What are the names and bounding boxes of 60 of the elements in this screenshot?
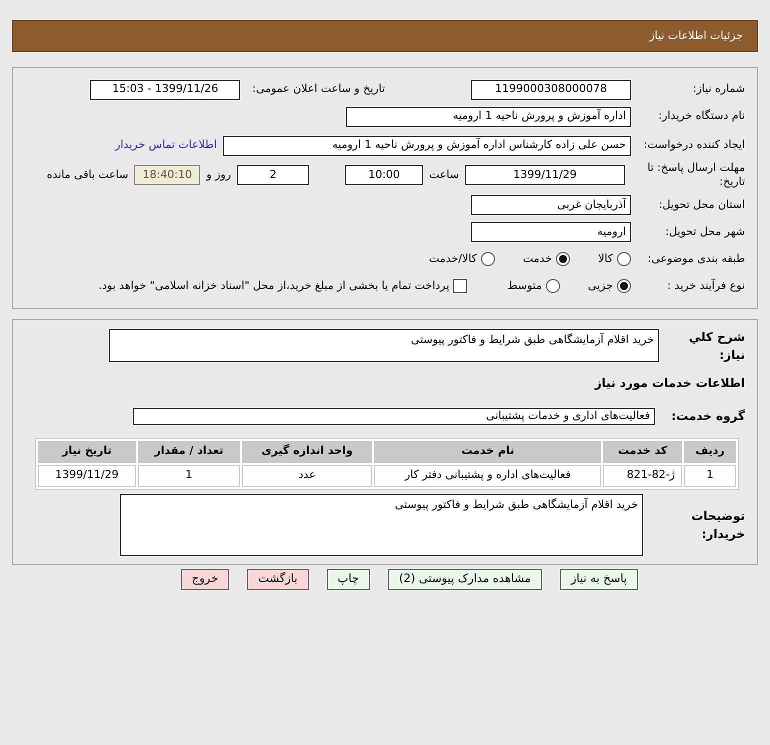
option-label: خدمت (522, 250, 552, 267)
field-label: شهر محل تحویل: (664, 224, 745, 240)
field-label: توضیحات خریدار: (690, 508, 745, 543)
page-title: جزئیات اطلاعات نیاز (649, 28, 743, 44)
service-group-field[interactable]: فعالیت‌های اداری و خدمات پشتیبانی (133, 408, 655, 425)
table-cell: 1 (138, 464, 240, 487)
field-label: روز و (206, 167, 232, 184)
field-label: گروه خدمت: (670, 408, 745, 426)
days-field[interactable]: 2 (237, 165, 310, 186)
section-heading: اطلاعات خدمات مورد نیاز (594, 375, 745, 392)
field-label: تاریخ و ساعت اعلان عمومی: (252, 81, 385, 98)
field-label: نوع فرآیند خرید : (666, 278, 745, 294)
buyer-notes-field: خرید اقلام آزمایشگاهی طبق شرایط و فاکتور پیوستی (120, 494, 643, 556)
field-label: استان محل تحویل: (658, 196, 745, 213)
table-cell: 1 (684, 464, 736, 487)
action-button[interactable]: بازگشت (247, 568, 308, 590)
column-header: کد خدمت (603, 440, 682, 463)
requester-field[interactable]: حسن علی زاده کارشناس اداره آموزش و پرورش ناحیه 1 ارومیه (223, 136, 631, 156)
column-header: واحد اندازه گیری (242, 440, 372, 463)
action-button[interactable]: پاسخ به نیاز (560, 568, 638, 590)
province-field[interactable]: آذربایجان غربی (471, 195, 631, 216)
radio-button[interactable] (480, 252, 495, 266)
table-cell: فعالیت‌های اداره و پشتیبانی دفتر کار (374, 464, 602, 487)
contact-link[interactable]: اطلاعات تماس خریدار (115, 137, 217, 154)
need-number-field[interactable]: 1199000308000078 (471, 80, 631, 100)
radio-button[interactable] (617, 279, 631, 294)
announce-date-field[interactable]: 1399/11/26 - 15:03 (90, 80, 240, 100)
field-label: شرح کلي نياز: (688, 328, 745, 364)
action-button[interactable]: چاپ (326, 568, 370, 590)
field-label: مهلت ارسال پاسخ: تا تاریخ: (647, 161, 745, 190)
option-label: جزیی (588, 278, 613, 294)
field-label: شماره نیاز: (692, 81, 745, 98)
checkbox[interactable] (453, 279, 468, 294)
deadline-time-field[interactable]: 10:00 (345, 165, 424, 186)
radio-button[interactable] (546, 279, 560, 294)
table-cell: 1399/11/29 (38, 464, 136, 487)
option-label: پرداخت تمام یا بخشی از مبلغ خرید،از محل "اسناد خزانه اسلامی" خواهد بود. (98, 278, 450, 294)
buyer-org-field[interactable]: اداره آموزش و پرورش ناحیه 1 ارومیه (346, 106, 631, 126)
option-label: کالا (598, 250, 613, 267)
action-button[interactable]: مشاهده مدارک پیوستی (2) (388, 568, 542, 590)
action-button[interactable]: خروج (180, 568, 230, 590)
table-cell: ژ-82-821 (603, 464, 682, 487)
city-field[interactable]: ارومیه (471, 222, 631, 242)
summary-field: خرید اقلام آزمایشگاهی طبق شرایط و فاکتور پیوستی (109, 329, 659, 362)
field-label: ساعت باقی مانده (46, 167, 128, 184)
remaining-time-field[interactable]: 18:40:10 (134, 165, 200, 186)
deadline-date-field[interactable]: 1399/11/29 (465, 165, 625, 186)
radio-button[interactable] (556, 252, 570, 266)
table-cell: عدد (242, 464, 372, 487)
option-label: کالا/خدمت (429, 250, 477, 267)
column-header: تعداد / مقدار (138, 440, 240, 463)
field-label: ساعت (429, 167, 459, 184)
option-label: متوسط (507, 278, 542, 294)
field-label: ایجاد کننده درخواست: (642, 138, 745, 153)
column-header: تاریخ نیاز (38, 440, 136, 463)
radio-button[interactable] (617, 252, 631, 266)
column-header: نام خدمت (374, 440, 602, 463)
field-label: طبقه بندی موضوعی: (646, 250, 745, 267)
column-header: ردیف (684, 440, 736, 463)
field-label: نام دستگاه خریدار: (657, 108, 745, 124)
